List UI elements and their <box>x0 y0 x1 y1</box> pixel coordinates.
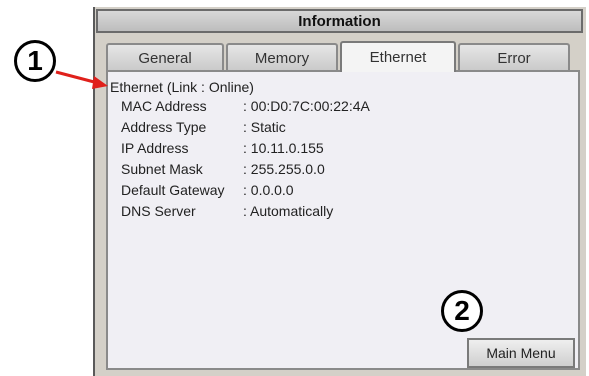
callout-arrow-icon <box>55 70 108 89</box>
